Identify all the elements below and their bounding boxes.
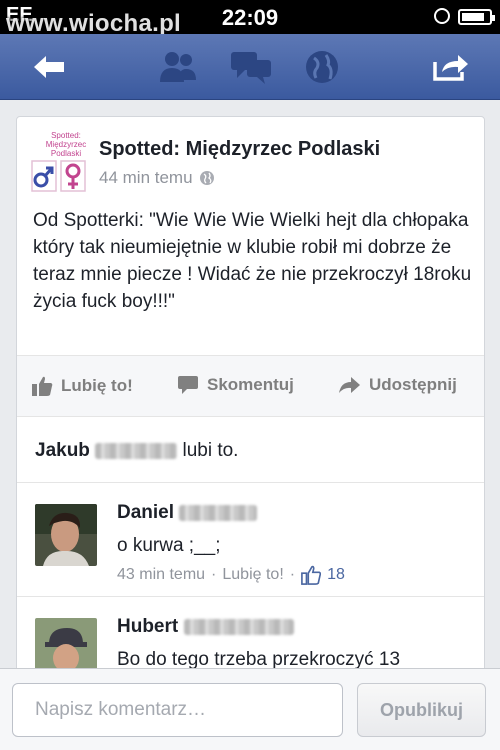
like-button[interactable]: Lubię to! (31, 375, 133, 397)
share-icon (433, 55, 468, 81)
thumbs-up-icon (32, 376, 53, 396)
share-button[interactable] (420, 48, 482, 86)
status-bar: EE www.wiocha.pl 22:09 (0, 0, 500, 37)
comment-composer: Opublikuj (0, 668, 500, 750)
comment-like-link[interactable]: Lubię to! (222, 566, 283, 584)
comment-meta: 43 min temu · Lubię to! · 18 (117, 565, 345, 585)
back-arrow-icon (34, 56, 64, 78)
comment-button[interactable]: Skomentuj (177, 375, 294, 395)
friends-icon[interactable] (156, 48, 200, 86)
comment-time: 43 min temu (117, 566, 206, 583)
gender-symbols-icon (31, 160, 86, 192)
likes-summary[interactable]: Jakub lubi to. (17, 417, 484, 483)
share-arrow-icon (339, 377, 360, 393)
share-post-button[interactable]: Udostępnij (337, 375, 457, 395)
alarm-icon (434, 8, 450, 24)
meta-separator: · (211, 566, 217, 583)
comment-like-count[interactable]: 18 (327, 566, 345, 584)
avatar-text: Spotted: Międzyrzec Podlaski (45, 131, 87, 158)
thumbs-up-icon (301, 565, 322, 585)
comment-item: Daniel o kurwa ;__; 43 min temu · Lubię … (17, 483, 484, 597)
post-text: Od Spotterki: "Wie Wie Wie Wielki hejt d… (33, 210, 472, 312)
battery-icon (458, 9, 495, 25)
nav-bar (0, 34, 500, 100)
meta-separator: · (289, 566, 296, 583)
post-meta: 44 min temu (99, 168, 215, 188)
comment-author-name: Daniel (117, 502, 175, 523)
comment-author[interactable]: Daniel (117, 502, 258, 524)
share-label: Udostępnij (369, 375, 457, 394)
status-time: 22:09 (221, 5, 279, 30)
redacted-surname (183, 618, 294, 635)
globe-icon[interactable] (300, 48, 344, 86)
public-globe-icon (199, 171, 214, 185)
liker-name[interactable]: Jakub (35, 440, 90, 461)
like-label: Lubię to! (61, 376, 133, 395)
page-avatar[interactable]: Spotted: Międzyrzec Podlaski (31, 131, 101, 192)
comment-input[interactable] (12, 683, 343, 737)
comment-author[interactable]: Hubert (117, 616, 294, 638)
redacted-surname (179, 504, 258, 521)
comment-label: Skomentuj (207, 375, 294, 394)
comment-icon (178, 376, 198, 394)
post-actions: Lubię to! Skomentuj Udostępnij (17, 355, 484, 417)
comment-author-name: Hubert (117, 616, 179, 637)
messages-icon[interactable] (229, 48, 273, 86)
post-time[interactable]: 44 min temu (99, 168, 193, 188)
commenter-avatar[interactable] (35, 504, 97, 566)
likes-suffix: lubi to. (182, 440, 239, 461)
back-button[interactable] (18, 48, 80, 86)
redacted-surname (95, 442, 178, 459)
comment-item: Hubert Bo do tego trzeba przekroczyć 13 (17, 597, 484, 675)
page-name[interactable]: Spotted: Międzyrzec Podlaski (99, 138, 380, 161)
post-card: Spotted: Międzyrzec Podlaski Spotted: Mi… (16, 116, 485, 676)
publish-button[interactable]: Opublikuj (357, 683, 486, 737)
comment-text: o kurwa ;__; (117, 535, 221, 556)
